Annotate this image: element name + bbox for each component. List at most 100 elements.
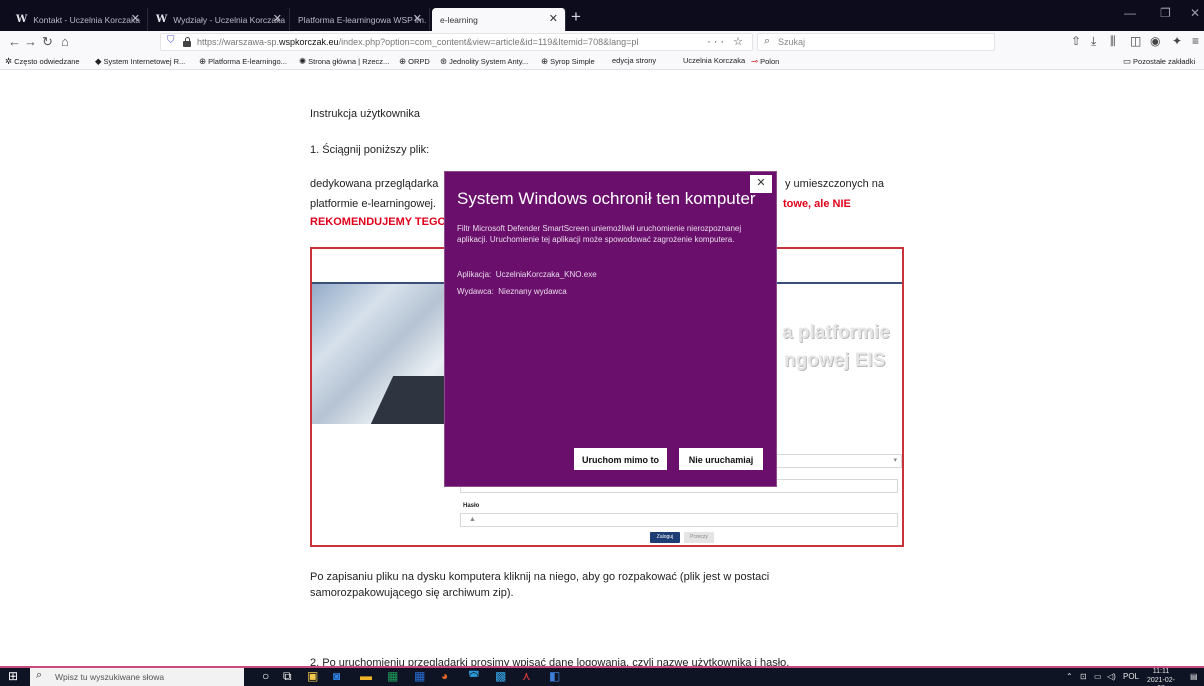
language-indicator[interactable]: POL bbox=[1123, 672, 1139, 681]
search-placeholder: Szukaj bbox=[778, 37, 806, 47]
display-icon[interactable]: ▭ bbox=[1094, 672, 1102, 681]
close-tab-icon[interactable]: ✕ bbox=[413, 12, 422, 25]
reload-icon[interactable]: ↻ bbox=[42, 34, 53, 50]
app-label: Aplikacja: bbox=[457, 270, 492, 279]
smartscreen-dialog: ✕ System Windows ochronił ten komputer F… bbox=[444, 171, 777, 487]
bookmark-item[interactable]: ⊸ Polon bbox=[751, 56, 779, 67]
maximize-icon[interactable]: ❐ bbox=[1160, 6, 1171, 20]
forward-icon[interactable]: → bbox=[24, 34, 37, 49]
windows-taskbar: ⊞ ⌕ Wpisz tu wyszukiwane słowa ○ ⧉ ▣ ◙ ▬… bbox=[0, 666, 1204, 686]
navigation-bar: ← → ↻ ⌂ ⛉ https://warszawa-sp.wspkorczak… bbox=[0, 31, 1204, 53]
other-bookmarks[interactable]: ▭ Pozostałe zakładki bbox=[1123, 56, 1195, 67]
url-text[interactable]: https://warszawa-sp.wspkorczak.eu/index.… bbox=[197, 37, 638, 47]
close-tab-icon[interactable]: ✕ bbox=[549, 12, 558, 25]
screenshot-heading-2: ngowej EIS bbox=[784, 350, 886, 371]
paragraph-line-1: dedykowana przeglądarka bbox=[310, 178, 439, 190]
sidebar-icon[interactable]: ◫ bbox=[1130, 34, 1141, 48]
warning-text: REKOMENDUJEMY TEGO bbox=[310, 216, 447, 228]
volume-icon[interactable]: ◁) bbox=[1107, 672, 1116, 681]
bookmark-favicon-icon: ⊛ bbox=[440, 56, 448, 66]
tray-chevron-icon[interactable]: ⌃ bbox=[1066, 672, 1073, 681]
new-tab-icon[interactable]: + bbox=[571, 7, 581, 27]
close-tab-icon[interactable]: ✕ bbox=[131, 12, 140, 25]
browser-tab-bar: W Kontakt - Uczelnia Korczaka ✕ W Wydzia… bbox=[0, 0, 1204, 31]
tab-kontakt[interactable]: W Kontakt - Uczelnia Korczaka ✕ bbox=[8, 8, 148, 31]
gear-icon: ✲ bbox=[5, 56, 13, 66]
tab-title: e-learning bbox=[440, 14, 478, 25]
mail-icon[interactable]: ◚ bbox=[468, 669, 480, 683]
address-bar[interactable]: ⛉ https://warszawa-sp.wspkorczak.eu/inde… bbox=[160, 33, 753, 51]
close-window-icon[interactable]: ✕ bbox=[1190, 6, 1200, 20]
dialog-title: System Windows ochronił ten komputer bbox=[457, 189, 756, 208]
globe-icon: ⊕ bbox=[399, 56, 407, 66]
excel-icon[interactable]: ▦ bbox=[387, 669, 398, 683]
taskbar-clock[interactable]: 11:11 2021-02-08 bbox=[1146, 668, 1176, 686]
notifications-icon[interactable]: ▤ bbox=[1190, 672, 1198, 681]
lock-icon[interactable] bbox=[183, 37, 191, 47]
bookmark-item[interactable]: ⊕ Platforma E-learningo... bbox=[199, 56, 287, 67]
run-anyway-button[interactable]: Uruchom mimo to bbox=[574, 448, 667, 470]
bookmark-favicon-icon: ◆ bbox=[95, 56, 102, 66]
file-explorer-icon[interactable]: ▬ bbox=[360, 669, 372, 683]
globe-icon: ⊕ bbox=[541, 56, 549, 66]
bookmark-item[interactable]: ✺ Strona główna | Rzecz... bbox=[299, 56, 389, 67]
back-icon[interactable]: ← bbox=[8, 34, 21, 49]
photos-icon[interactable]: ▩ bbox=[495, 669, 506, 683]
lock-icon: ▲ bbox=[469, 516, 476, 523]
folder-icon: ▭ bbox=[1123, 56, 1132, 66]
dialog-message: Filtr Microsoft Defender SmartScreen uni… bbox=[457, 224, 742, 244]
taskbar-search-placeholder: Wpisz tu wyszukiwane słowa bbox=[55, 672, 165, 682]
tab-title: Kontakt - Uczelnia Korczaka bbox=[33, 14, 141, 25]
after-download-text-2: samorozpakowującego się archiwum zip). bbox=[310, 587, 514, 599]
download-icon[interactable]: ⤓ bbox=[1091, 34, 1096, 49]
store-icon[interactable]: ▣ bbox=[307, 669, 318, 683]
screenshot-password-label: Hasło bbox=[463, 503, 480, 509]
step-2-text: 2. Po uruchomieniu przeglądarki prosimy … bbox=[310, 657, 790, 666]
paragraph-line-2: platformie e-learningowej. bbox=[310, 198, 436, 210]
dialog-app-row: Aplikacja: UczelniaKorczaka_KNO.exe bbox=[457, 270, 597, 279]
acrobat-icon[interactable]: ⋏ bbox=[522, 669, 531, 683]
library-icon[interactable]: ⫼ bbox=[1110, 34, 1116, 49]
sync-icon[interactable]: ⇧ bbox=[1071, 34, 1081, 48]
task-view-icon[interactable]: ⧉ bbox=[283, 669, 292, 684]
paragraph-line-1-end: y umieszczonych na bbox=[785, 178, 885, 190]
bookmark-item[interactable]: ⊛ Jednolity System Anty... bbox=[440, 56, 528, 67]
app-icon[interactable]: ◧ bbox=[549, 669, 560, 683]
screenshot-heading-1: a platformie bbox=[782, 322, 890, 343]
word-icon[interactable]: ▦ bbox=[414, 669, 425, 683]
bookmark-item[interactable]: ⊕ ORPD bbox=[399, 56, 430, 67]
bookmark-item[interactable]: Uczelnia Korczaka bbox=[683, 56, 745, 65]
tab-e-learning[interactable]: e-learning ✕ bbox=[432, 8, 566, 31]
tracking-shield-icon[interactable]: ⛉ bbox=[167, 35, 175, 46]
bookmark-item[interactable]: ✲ Często odwiedzane bbox=[5, 56, 80, 67]
network-icon[interactable]: ⊡ bbox=[1080, 672, 1087, 681]
dont-run-button[interactable]: Nie uruchamiaj bbox=[679, 448, 763, 470]
screenshot-select: ▾ bbox=[776, 454, 902, 468]
globe-icon: ⊕ bbox=[199, 56, 207, 66]
minimize-icon[interactable]: — bbox=[1124, 6, 1136, 20]
close-tab-icon[interactable]: ✕ bbox=[273, 12, 282, 25]
bookmark-item[interactable]: ⊕ Syrop Simple bbox=[541, 56, 595, 67]
bookmark-favicon-icon: ✺ bbox=[299, 56, 307, 66]
bookmark-item[interactable]: edycja strony bbox=[612, 56, 656, 65]
account-icon[interactable]: ◉ bbox=[1150, 34, 1160, 48]
tab-wydzialy[interactable]: W Wydziały - Uczelnia Korczaka ✕ bbox=[148, 8, 290, 31]
windows-start-icon[interactable]: ⊞ bbox=[8, 669, 18, 683]
search-box[interactable]: ⌕ Szukaj bbox=[757, 33, 995, 51]
clock-time: 11:11 bbox=[1152, 668, 1170, 675]
menu-icon[interactable]: ≡ bbox=[1192, 34, 1199, 48]
firefox-icon[interactable]: ◕ bbox=[441, 669, 448, 683]
page-heading: Instrukcja użytkownika bbox=[310, 108, 421, 120]
after-download-text-1: Po zapisaniu pliku na dysku komputera kl… bbox=[310, 571, 770, 583]
tab-platforma[interactable]: Platforma E-learningowa WSP im. ✕ bbox=[290, 8, 430, 31]
home-icon[interactable]: ⌂ bbox=[61, 34, 69, 49]
tab-title: Wydziały - Uczelnia Korczaka bbox=[173, 14, 286, 25]
outlook-icon[interactable]: ◙ bbox=[333, 669, 340, 683]
bookmark-item[interactable]: ◆ System Internetowej R... bbox=[95, 56, 185, 67]
search-icon: ⌕ bbox=[764, 35, 771, 47]
taskbar-search[interactable]: ⌕ Wpisz tu wyszukiwane słowa bbox=[30, 668, 244, 686]
cortana-icon[interactable]: ○ bbox=[262, 669, 269, 683]
extension-icon[interactable]: ✦ bbox=[1172, 34, 1182, 48]
page-actions-icon[interactable]: ··· ☆ bbox=[707, 35, 746, 48]
publisher-label: Wydawca: bbox=[457, 287, 494, 296]
